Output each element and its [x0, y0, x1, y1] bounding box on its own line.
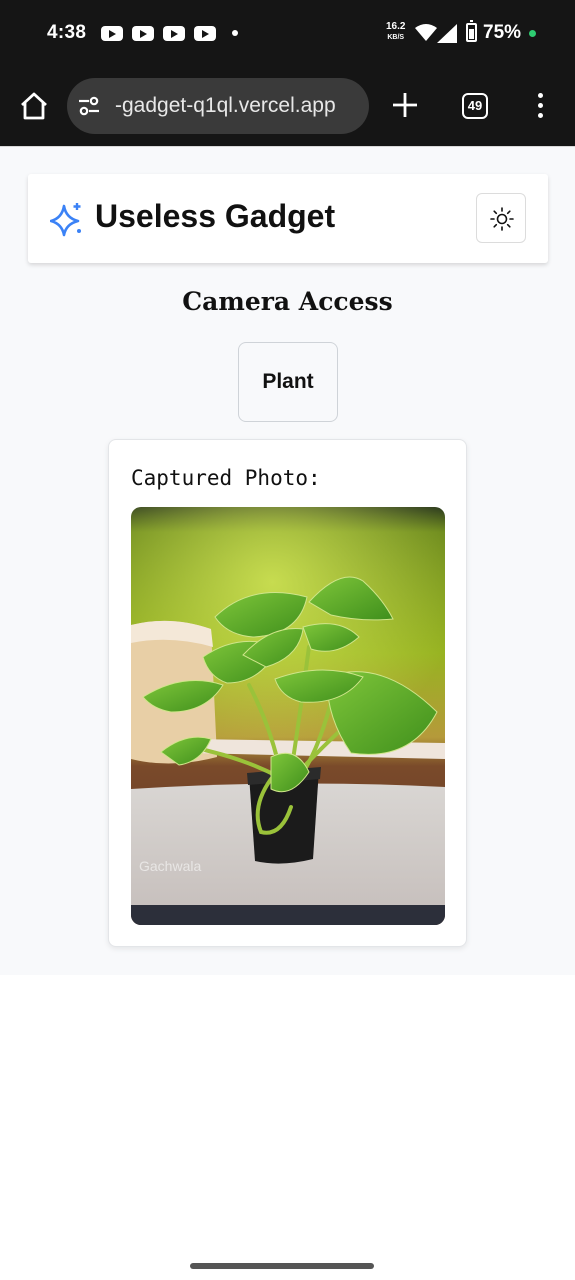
theme-toggle-button[interactable] — [476, 193, 526, 243]
sparkles-icon — [50, 203, 81, 237]
network-speed: 16.2 KB/S — [386, 22, 405, 43]
youtube-notification-icon — [101, 26, 123, 41]
site-settings-icon[interactable] — [77, 94, 101, 118]
photo-watermark: Gachwala — [139, 858, 201, 874]
privacy-indicator-dot — [529, 30, 536, 37]
sun-icon — [490, 207, 514, 231]
youtube-notification-icon — [194, 26, 216, 41]
section-title: Camera Access — [182, 287, 393, 316]
captured-photo: Gachwala — [131, 507, 445, 925]
youtube-notification-icon — [132, 26, 154, 41]
site-title: Useless Gadget — [95, 198, 336, 234]
address-bar[interactable]: -gadget-q1ql.vercel.app — [67, 78, 369, 134]
status-bar: 4:38 16.2 KB/S 75% — [0, 0, 575, 66]
cellular-signal-icon — [437, 24, 457, 43]
web-page: Useless Gadget Camera Access Plant Captu… — [0, 146, 575, 975]
home-icon[interactable] — [18, 90, 50, 122]
url-text[interactable]: -gadget-q1ql.vercel.app — [115, 94, 336, 118]
youtube-notification-icon — [163, 26, 185, 41]
tab-switcher-button[interactable]: 49 — [462, 93, 488, 119]
wifi-icon — [415, 24, 437, 41]
network-speed-value: 16.2 — [386, 21, 406, 32]
browser-toolbar: -gadget-q1ql.vercel.app 49 — [0, 66, 575, 146]
more-options-icon[interactable] — [533, 93, 549, 119]
site-header: Useless Gadget — [28, 174, 548, 263]
more-notifications-icon — [232, 30, 238, 36]
battery-percent: 75% — [483, 22, 522, 43]
plant-button[interactable]: Plant — [238, 342, 338, 422]
network-speed-unit: KB/S — [387, 34, 405, 41]
battery-icon — [466, 20, 477, 42]
gesture-navigation-bar[interactable] — [190, 1263, 374, 1269]
captured-photo-label: Captured Photo: — [131, 466, 321, 490]
captured-photo-card: Captured Photo: Gachwala — [108, 439, 467, 947]
status-time: 4:38 — [47, 22, 87, 43]
new-tab-icon[interactable] — [390, 90, 420, 120]
